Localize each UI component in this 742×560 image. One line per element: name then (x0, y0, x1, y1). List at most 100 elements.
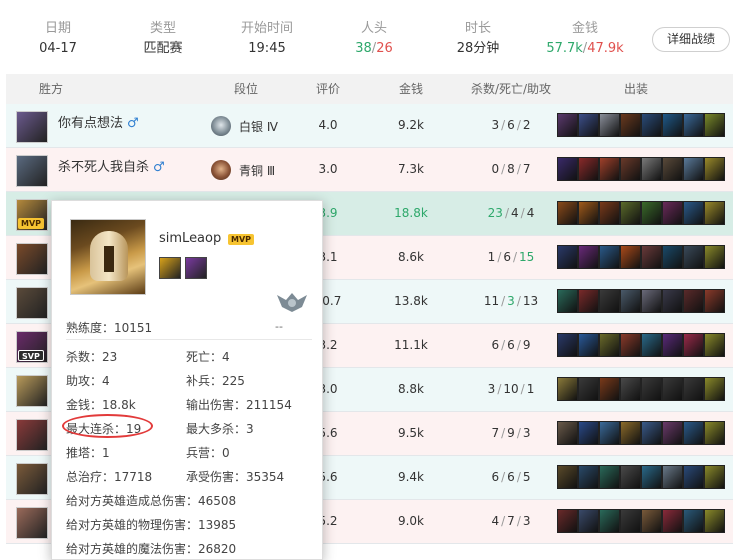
item-icon[interactable] (683, 333, 704, 357)
item-icon[interactable] (704, 113, 725, 137)
item-icon[interactable] (704, 421, 725, 445)
champion-avatar[interactable] (16, 287, 48, 319)
item-icon[interactable] (578, 157, 599, 181)
item-icon[interactable] (557, 289, 578, 313)
item-icon[interactable] (620, 289, 641, 313)
item-build (557, 157, 725, 183)
gold-cell: 13.8k (394, 294, 428, 308)
item-icon[interactable] (704, 333, 725, 357)
item-icon[interactable] (578, 245, 599, 269)
item-icon[interactable] (641, 465, 662, 489)
item-icon[interactable] (641, 509, 662, 533)
item-icon[interactable] (620, 245, 641, 269)
item-icon[interactable] (578, 465, 599, 489)
item-icon[interactable] (557, 377, 578, 401)
champion-avatar[interactable] (16, 507, 48, 539)
table-row[interactable]: 你有点想法 ♂ 白银 Ⅳ 4.0 9.2k 3/6/2 (6, 104, 733, 148)
player-name[interactable]: 你有点想法 ♂ (58, 112, 139, 131)
item-icon[interactable] (620, 201, 641, 225)
item-icon[interactable] (662, 289, 683, 313)
item-icon[interactable] (620, 421, 641, 445)
item-icon[interactable] (620, 465, 641, 489)
item-icon[interactable] (662, 421, 683, 445)
champion-avatar[interactable] (16, 111, 48, 143)
item-icon[interactable] (641, 157, 662, 181)
champion-avatar[interactable] (16, 375, 48, 407)
player-name[interactable]: 杀不死人我自杀 ♂ (58, 156, 165, 175)
item-icon[interactable] (599, 113, 620, 137)
item-icon[interactable] (683, 157, 704, 181)
male-gender-icon: ♂ (153, 160, 165, 175)
item-icon[interactable] (557, 245, 578, 269)
item-icon[interactable] (620, 377, 641, 401)
item-icon[interactable] (578, 289, 599, 313)
item-icon[interactable] (599, 465, 620, 489)
item-icon[interactable] (683, 289, 704, 313)
item-icon[interactable] (557, 509, 578, 533)
item-icon[interactable] (683, 201, 704, 225)
item-icon[interactable] (641, 421, 662, 445)
item-icon[interactable] (620, 509, 641, 533)
date-value: 04-17 (39, 41, 77, 56)
item-icon[interactable] (599, 333, 620, 357)
item-icon[interactable] (662, 465, 683, 489)
detail-button[interactable]: 详细战绩 (652, 27, 730, 52)
item-icon[interactable] (578, 201, 599, 225)
item-icon[interactable] (704, 201, 725, 225)
item-icon[interactable] (557, 421, 578, 445)
item-icon[interactable] (557, 201, 578, 225)
item-icon[interactable] (620, 113, 641, 137)
item-icon[interactable] (578, 421, 599, 445)
item-icon[interactable] (662, 113, 683, 137)
item-icon[interactable] (557, 465, 578, 489)
item-icon[interactable] (662, 509, 683, 533)
item-icon[interactable] (641, 333, 662, 357)
item-icon[interactable] (578, 377, 599, 401)
item-icon[interactable] (662, 201, 683, 225)
item-icon[interactable] (599, 245, 620, 269)
item-icon[interactable] (704, 245, 725, 269)
item-icon[interactable] (683, 509, 704, 533)
item-icon[interactable] (683, 421, 704, 445)
item-icon[interactable] (620, 157, 641, 181)
item-icon[interactable] (599, 509, 620, 533)
item-icon[interactable] (620, 333, 641, 357)
item-icon[interactable] (704, 157, 725, 181)
item-icon[interactable] (578, 113, 599, 137)
item-icon[interactable] (662, 333, 683, 357)
item-icon[interactable] (599, 377, 620, 401)
item-icon[interactable] (662, 377, 683, 401)
item-icon[interactable] (662, 245, 683, 269)
champion-avatar[interactable] (16, 243, 48, 275)
item-icon[interactable] (641, 289, 662, 313)
item-icon[interactable] (704, 377, 725, 401)
champion-avatar[interactable]: MVP (16, 199, 48, 231)
gold-label: 金钱 (571, 21, 598, 36)
item-icon[interactable] (578, 509, 599, 533)
item-icon[interactable] (599, 157, 620, 181)
item-icon[interactable] (557, 113, 578, 137)
champion-avatar[interactable] (16, 155, 48, 187)
item-icon[interactable] (557, 333, 578, 357)
item-icon[interactable] (662, 157, 683, 181)
item-icon[interactable] (683, 245, 704, 269)
item-icon[interactable] (683, 113, 704, 137)
table-row[interactable]: 杀不死人我自杀 ♂ 青铜 Ⅲ 3.0 7.3k 0/8/7 (6, 148, 733, 192)
item-icon[interactable] (641, 245, 662, 269)
item-icon[interactable] (578, 333, 599, 357)
champion-avatar[interactable]: SVP (16, 331, 48, 363)
champion-avatar[interactable] (16, 463, 48, 495)
item-icon[interactable] (641, 377, 662, 401)
champion-avatar[interactable] (16, 419, 48, 451)
item-icon[interactable] (641, 201, 662, 225)
item-icon[interactable] (641, 113, 662, 137)
item-icon[interactable] (683, 377, 704, 401)
item-icon[interactable] (704, 289, 725, 313)
item-icon[interactable] (683, 465, 704, 489)
item-icon[interactable] (704, 465, 725, 489)
item-icon[interactable] (557, 157, 578, 181)
item-icon[interactable] (599, 289, 620, 313)
item-icon[interactable] (599, 201, 620, 225)
item-icon[interactable] (599, 421, 620, 445)
item-icon[interactable] (704, 509, 725, 533)
